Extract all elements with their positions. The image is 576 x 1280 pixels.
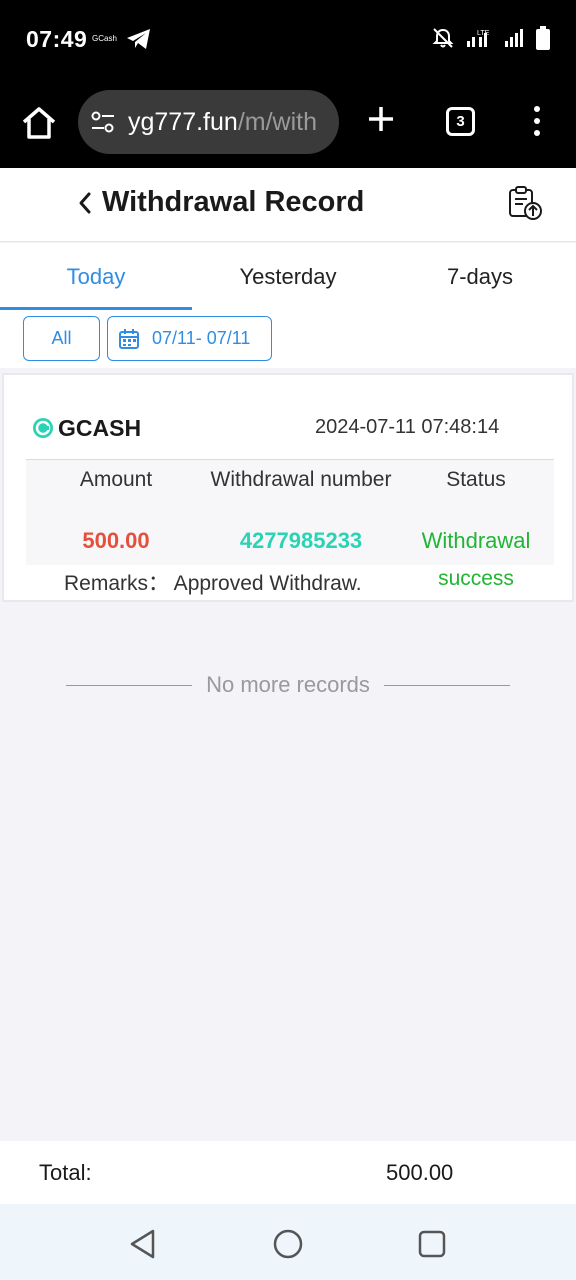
signal-lte-icon: LTE	[467, 30, 490, 47]
telegram-icon	[127, 29, 150, 49]
status-value: Withdrawal	[421, 528, 531, 553]
total-bar: Total: 500.00	[0, 1141, 576, 1204]
url-domain: yg777.fun	[128, 107, 238, 136]
bell-off-icon	[432, 28, 454, 48]
divider	[66, 684, 193, 686]
home-icon[interactable]	[20, 104, 58, 142]
calendar-icon	[119, 328, 139, 349]
signal-icon	[505, 29, 523, 47]
status-value-line2: success	[438, 567, 514, 590]
status-header: Status	[446, 468, 506, 491]
browser-toolbar: yg777.fun/m/with 3	[0, 80, 576, 168]
total-value: 500.00	[386, 1160, 454, 1185]
notification-app-label: GCash	[92, 34, 117, 43]
withdrawal-number-value: 4277985233	[239, 528, 363, 553]
tab-7-days[interactable]: 7-days	[384, 243, 576, 310]
new-tab-icon[interactable]	[366, 104, 396, 134]
nav-home-icon[interactable]	[272, 1228, 304, 1260]
status-icons: LTE	[432, 26, 550, 50]
payment-method: GCASH	[58, 415, 142, 441]
withdrawal-record-card[interactable]: GCASH 2024-07-11 07:48:14 Amount Withdra…	[2, 373, 574, 602]
tab-today[interactable]: Today	[0, 243, 192, 310]
network-label: LTE	[477, 30, 490, 37]
status-bar: 07:49 GCash LTE	[0, 0, 576, 80]
date-range-button[interactable]: 07/11- 07/11	[107, 316, 272, 361]
page-header: Withdrawal Record	[0, 168, 576, 242]
tab-switcher-button[interactable]: 3	[446, 107, 475, 136]
list-end-indicator: No more records	[66, 668, 510, 702]
withdrawal-number-header: Withdrawal number	[210, 468, 392, 491]
record-table: Amount Withdrawal number Status 500.00 4…	[26, 459, 554, 565]
more-menu-icon[interactable]	[528, 104, 546, 138]
nav-back-icon[interactable]	[128, 1228, 158, 1260]
nav-recents-icon[interactable]	[418, 1230, 446, 1258]
tab-yesterday[interactable]: Yesterday	[192, 243, 384, 310]
type-filter-button[interactable]: All	[23, 316, 100, 361]
amount-header: Amount	[79, 468, 153, 491]
site-settings-icon[interactable]	[90, 109, 116, 135]
url-text: yg777.fun/m/with	[128, 108, 317, 137]
gcash-logo-icon	[33, 418, 53, 438]
total-label: Total:	[39, 1160, 92, 1185]
remarks: Remarks： Approved Withdraw.	[64, 572, 362, 595]
no-more-records-text: No more records	[206, 672, 370, 697]
status-time: 07:49	[26, 26, 88, 52]
record-header: GCASH 2024-07-11 07:48:14	[4, 375, 572, 459]
url-bar[interactable]: yg777.fun/m/with	[78, 90, 339, 154]
system-nav-bar	[0, 1204, 576, 1280]
date-tabs: Today Yesterday 7-days	[0, 243, 576, 310]
date-range-label: 07/11- 07/11	[152, 328, 251, 348]
filter-row: All 07/11- 07/11	[0, 310, 576, 368]
record-datetime: 2024-07-11 07:48:14	[315, 416, 500, 438]
clipboard-upload-icon[interactable]	[506, 184, 544, 222]
divider	[383, 684, 510, 686]
page-title: Withdrawal Record	[102, 186, 365, 218]
url-path: /m/with	[237, 107, 318, 136]
amount-value: 500.00	[82, 528, 150, 553]
back-icon[interactable]	[74, 188, 96, 218]
battery-icon	[536, 26, 550, 50]
